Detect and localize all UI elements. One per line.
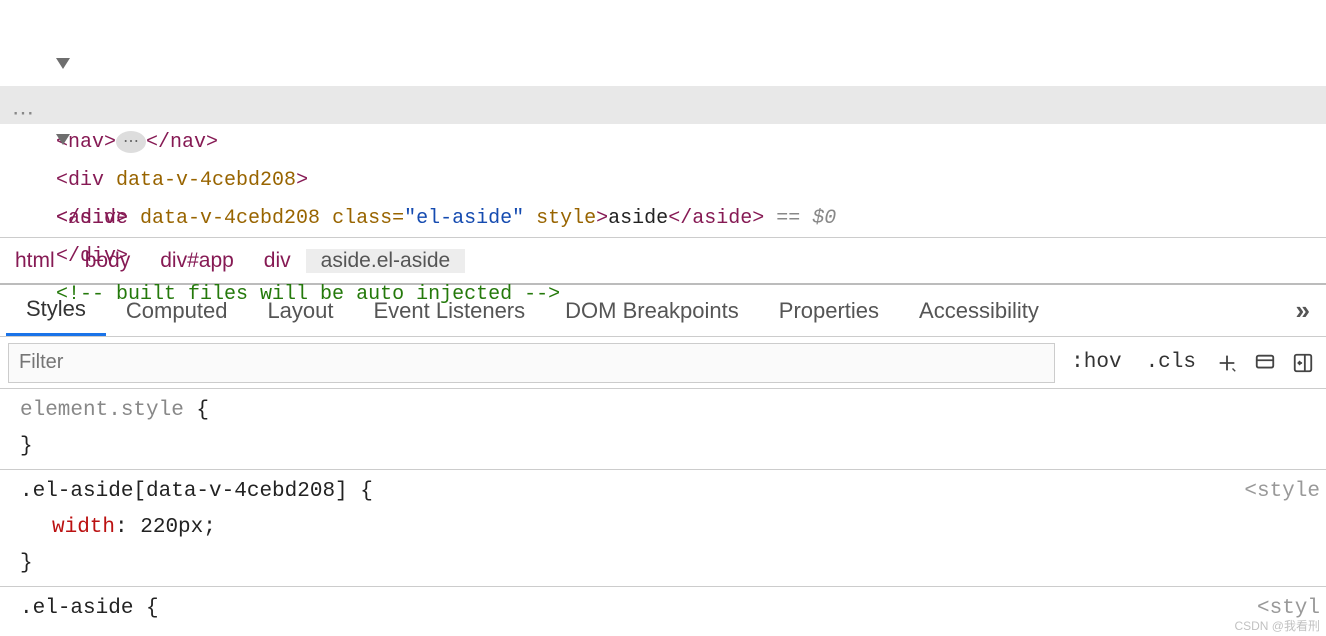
selected-ref: == $0 — [764, 207, 836, 230]
dom-line[interactable]: <div data-v-4cebd208> — [0, 48, 1326, 86]
dom-line-selected[interactable]: ⋯ <aside data-v-4cebd208 class="el-aside… — [0, 86, 1326, 124]
plus-icon[interactable] — [1212, 352, 1242, 374]
hov-button[interactable]: :hov — [1063, 351, 1129, 374]
css-value[interactable]: 220px — [140, 516, 203, 539]
source-link[interactable]: <style — [1244, 474, 1320, 510]
dom-line[interactable]: <nav>⋯</nav> — [0, 10, 1326, 48]
breadcrumb-item[interactable]: div — [249, 249, 306, 273]
chevron-down-icon[interactable] — [56, 134, 70, 145]
watermark: CSDN @我看刑 — [1234, 617, 1320, 634]
tab-computed[interactable]: Computed — [106, 285, 248, 336]
selector: element.style — [20, 399, 184, 422]
dom-tree-panel: <div id="app"> <nav>⋯</nav> <div data-v-… — [0, 0, 1326, 238]
tab-styles[interactable]: Styles — [6, 285, 106, 336]
styles-filter-bar: :hov .cls — [0, 337, 1326, 389]
tab-dom-breakpoints[interactable]: DOM Breakpoints — [545, 285, 759, 336]
chevron-more-icon[interactable]: » — [1286, 295, 1320, 326]
css-rule[interactable]: <style .el-aside[data-v-4cebd208] { widt… — [0, 470, 1326, 587]
ellipsis-icon: ⋯ — [12, 96, 36, 134]
dom-line[interactable]: <div id="app"> — [0, 0, 1326, 10]
css-property[interactable]: width — [20, 516, 115, 539]
styles-tabs: Styles Computed Layout Event Listeners D… — [0, 285, 1326, 337]
styles-rules-panel: element.style { } <style .el-aside[data-… — [0, 389, 1326, 631]
css-rule[interactable]: element.style { } — [0, 389, 1326, 470]
tab-layout[interactable]: Layout — [247, 285, 353, 336]
ellipsis-icon[interactable]: ⋯ — [116, 131, 146, 153]
device-icon[interactable] — [1250, 352, 1280, 374]
breadcrumb-item[interactable]: div#app — [145, 249, 249, 273]
selector: .el-aside[data-v-4cebd208] — [20, 480, 348, 503]
css-rule[interactable]: <styl .el-aside { — [0, 587, 1326, 631]
tab-accessibility[interactable]: Accessibility — [899, 285, 1059, 336]
breadcrumb-item[interactable]: body — [70, 249, 146, 273]
panel-icon[interactable] — [1288, 352, 1318, 374]
styles-filter-input[interactable] — [8, 343, 1055, 383]
breadcrumb-item-active[interactable]: aside.el-aside — [306, 249, 466, 273]
tab-event-listeners[interactable]: Event Listeners — [354, 285, 546, 336]
tab-properties[interactable]: Properties — [759, 285, 899, 336]
cls-button[interactable]: .cls — [1138, 351, 1204, 374]
selector: .el-aside — [20, 597, 133, 620]
